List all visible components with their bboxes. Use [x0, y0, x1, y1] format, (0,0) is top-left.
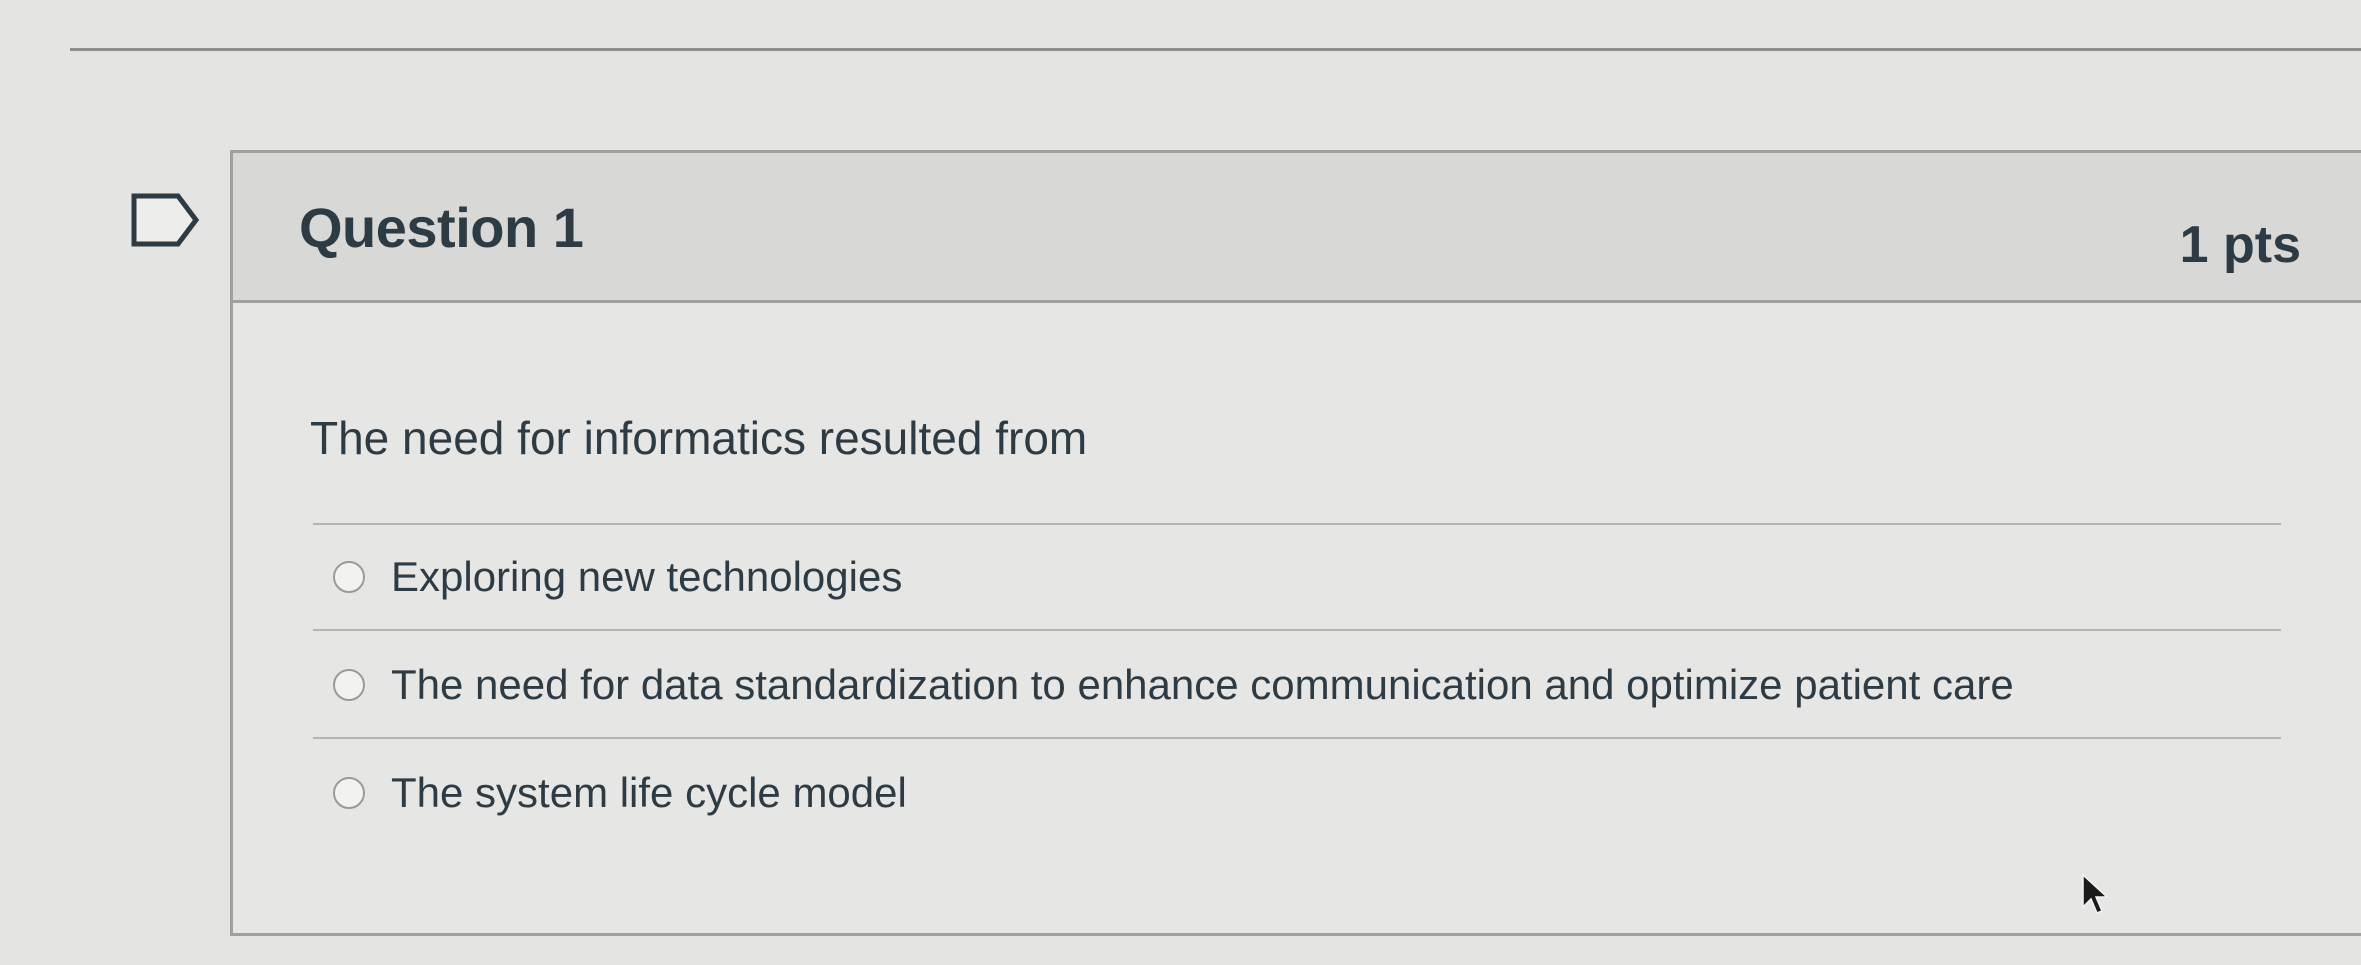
flag-question-button[interactable] [130, 192, 200, 252]
answer-option-2[interactable]: The need for data standardization to enh… [333, 650, 2281, 720]
question-prompt: The need for informatics resulted from [310, 412, 1088, 464]
radio-button[interactable] [333, 669, 365, 701]
answer-label: The system life cycle model [391, 769, 907, 816]
question-points: 1 pts [2179, 216, 2301, 274]
answer-option-1[interactable]: Exploring new technologies [333, 542, 2281, 612]
answer-label: Exploring new technologies [391, 553, 903, 600]
radio-button[interactable] [333, 561, 365, 593]
answer-divider [313, 629, 2281, 631]
radio-button[interactable] [333, 777, 365, 809]
question-body: The need for informatics resulted from E… [233, 303, 2361, 936]
flag-outline-icon [131, 193, 200, 247]
question-header: Question 1 1 pts [233, 153, 2361, 303]
top-divider [70, 48, 2361, 51]
question-card: Question 1 1 pts The need for informatic… [230, 150, 2361, 936]
answers-divider [313, 523, 2281, 525]
question-title: Question 1 [299, 196, 584, 259]
answer-label: The need for data standardization to enh… [391, 661, 2014, 708]
answer-divider [313, 737, 2281, 739]
answer-option-3[interactable]: The system life cycle model [333, 758, 2281, 828]
mouse-pointer-icon [2082, 873, 2109, 914]
